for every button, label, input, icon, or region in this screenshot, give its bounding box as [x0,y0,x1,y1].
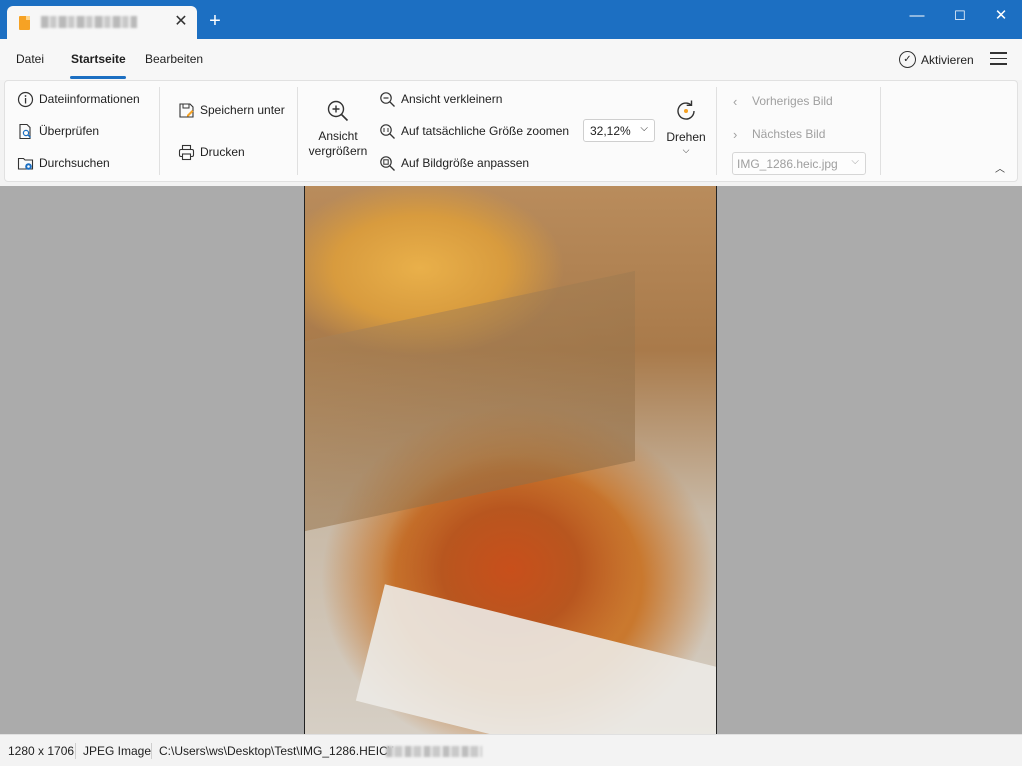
activate-label: Aktivieren [921,53,974,67]
check-button[interactable]: Überprüfen [17,121,99,141]
file-info-label: Dateiinformationen [39,92,140,106]
ribbon-separator [159,87,160,175]
menu-bearbeiten[interactable]: Bearbeiten [145,52,203,66]
previous-image-button[interactable]: ‹ Vorheriges Bild [733,91,833,111]
browse-label: Durchsuchen [39,156,110,170]
zoom-in-icon [327,100,349,122]
image-dimensions: 1280 x 1706 [8,744,75,758]
photo-detail [355,584,716,734]
save-as-icon [179,102,194,118]
document-tab[interactable]: ✕ [7,6,197,39]
folder-search-icon [17,157,34,170]
zoom-out-button[interactable]: Ansicht verkleinern [379,89,502,109]
zoom-in-button[interactable]: Ansicht vergrößern [305,99,371,159]
actual-size-label: Auf tatsächliche Größe zoomen [401,124,570,138]
image-select[interactable]: IMG_1286.heic.jpg ⌵ [732,152,866,175]
rotate-button[interactable]: Drehen ⌵ [661,98,711,155]
title-bar: ✕ + — ☐ ✕ [0,0,1022,39]
printer-icon [178,144,195,160]
save-as-button[interactable]: Speichern unter [178,100,285,120]
checkmark-circle-icon: ✓ [899,51,916,68]
rotate-icon [677,100,695,120]
document-search-icon [19,123,31,139]
maximize-icon[interactable]: ☐ [945,4,975,28]
ribbon: Dateiinformationen Überprüfen Durchsuche… [4,80,1018,182]
chevron-down-icon: ⌵ [640,123,648,134]
new-tab-icon[interactable]: + [205,11,225,31]
menu-bar: Datei Startseite Bearbeiten ✓ Aktivieren [0,39,1022,80]
ribbon-separator [716,87,717,175]
document-icon [19,16,30,30]
minimize-icon[interactable]: — [902,4,932,28]
active-tab-indicator [70,76,126,79]
zoom-out-label: Ansicht verkleinern [401,92,503,106]
rotate-label: Drehen [666,130,706,144]
menu-startseite[interactable]: Startseite [71,52,126,66]
image-format: JPEG Image [83,744,152,758]
actual-size-button[interactable]: Auf tatsächliche Größe zoomen [379,121,569,141]
chevron-down-icon: ⌵ [851,156,859,167]
actual-size-icon [380,123,395,139]
check-label: Überprüfen [39,124,100,138]
info-icon [17,91,34,107]
collapse-ribbon-icon[interactable]: ︿ [995,160,1005,175]
fit-button[interactable]: Auf Bildgröße anpassen [379,153,529,173]
photo-detail [305,270,635,532]
image-canvas[interactable] [0,186,1022,734]
previous-image-label: Vorheriges Bild [752,94,833,108]
browse-button[interactable]: Durchsuchen [17,153,110,173]
fit-icon [380,155,395,171]
status-bar: 1280 x 1706 JPEG Image C:\Users\ws\Deskt… [0,734,1022,766]
menu-datei[interactable]: Datei [16,52,44,66]
save-as-label: Speichern unter [200,103,285,117]
image-select-value: IMG_1286.heic.jpg [737,157,838,171]
hamburger-menu-icon[interactable] [990,52,1007,66]
zoom-in-label-2: vergrößern [308,144,368,158]
status-separator [75,743,76,759]
chevron-right-icon: › [733,126,738,142]
displayed-photo [304,186,717,734]
zoom-level-value: 32,12% [590,124,631,138]
file-info-button[interactable]: Dateiinformationen [17,89,140,109]
file-path: C:\Users\ws\Desktop\Test\IMG_1286.HEIC\I [159,744,395,758]
close-window-icon[interactable]: ✕ [986,4,1016,28]
zoom-in-label-1: Ansicht [318,129,358,143]
print-button[interactable]: Drucken [178,142,245,162]
fit-label: Auf Bildgröße anpassen [401,156,530,170]
chevron-left-icon: ‹ [733,93,738,109]
file-path-redacted [386,746,482,757]
tab-close-icon[interactable]: ✕ [172,13,190,31]
zoom-out-icon [380,91,395,107]
tab-title-redacted [41,16,137,28]
ribbon-separator [297,87,298,175]
next-image-button[interactable]: › Nächstes Bild [733,124,825,144]
rotate-chevron-icon[interactable]: ⌵ [661,145,711,155]
print-label: Drucken [200,145,245,159]
next-image-label: Nächstes Bild [752,127,826,141]
ribbon-separator [880,87,881,175]
zoom-level-select[interactable]: 32,12% ⌵ [583,119,655,142]
status-separator [151,743,152,759]
